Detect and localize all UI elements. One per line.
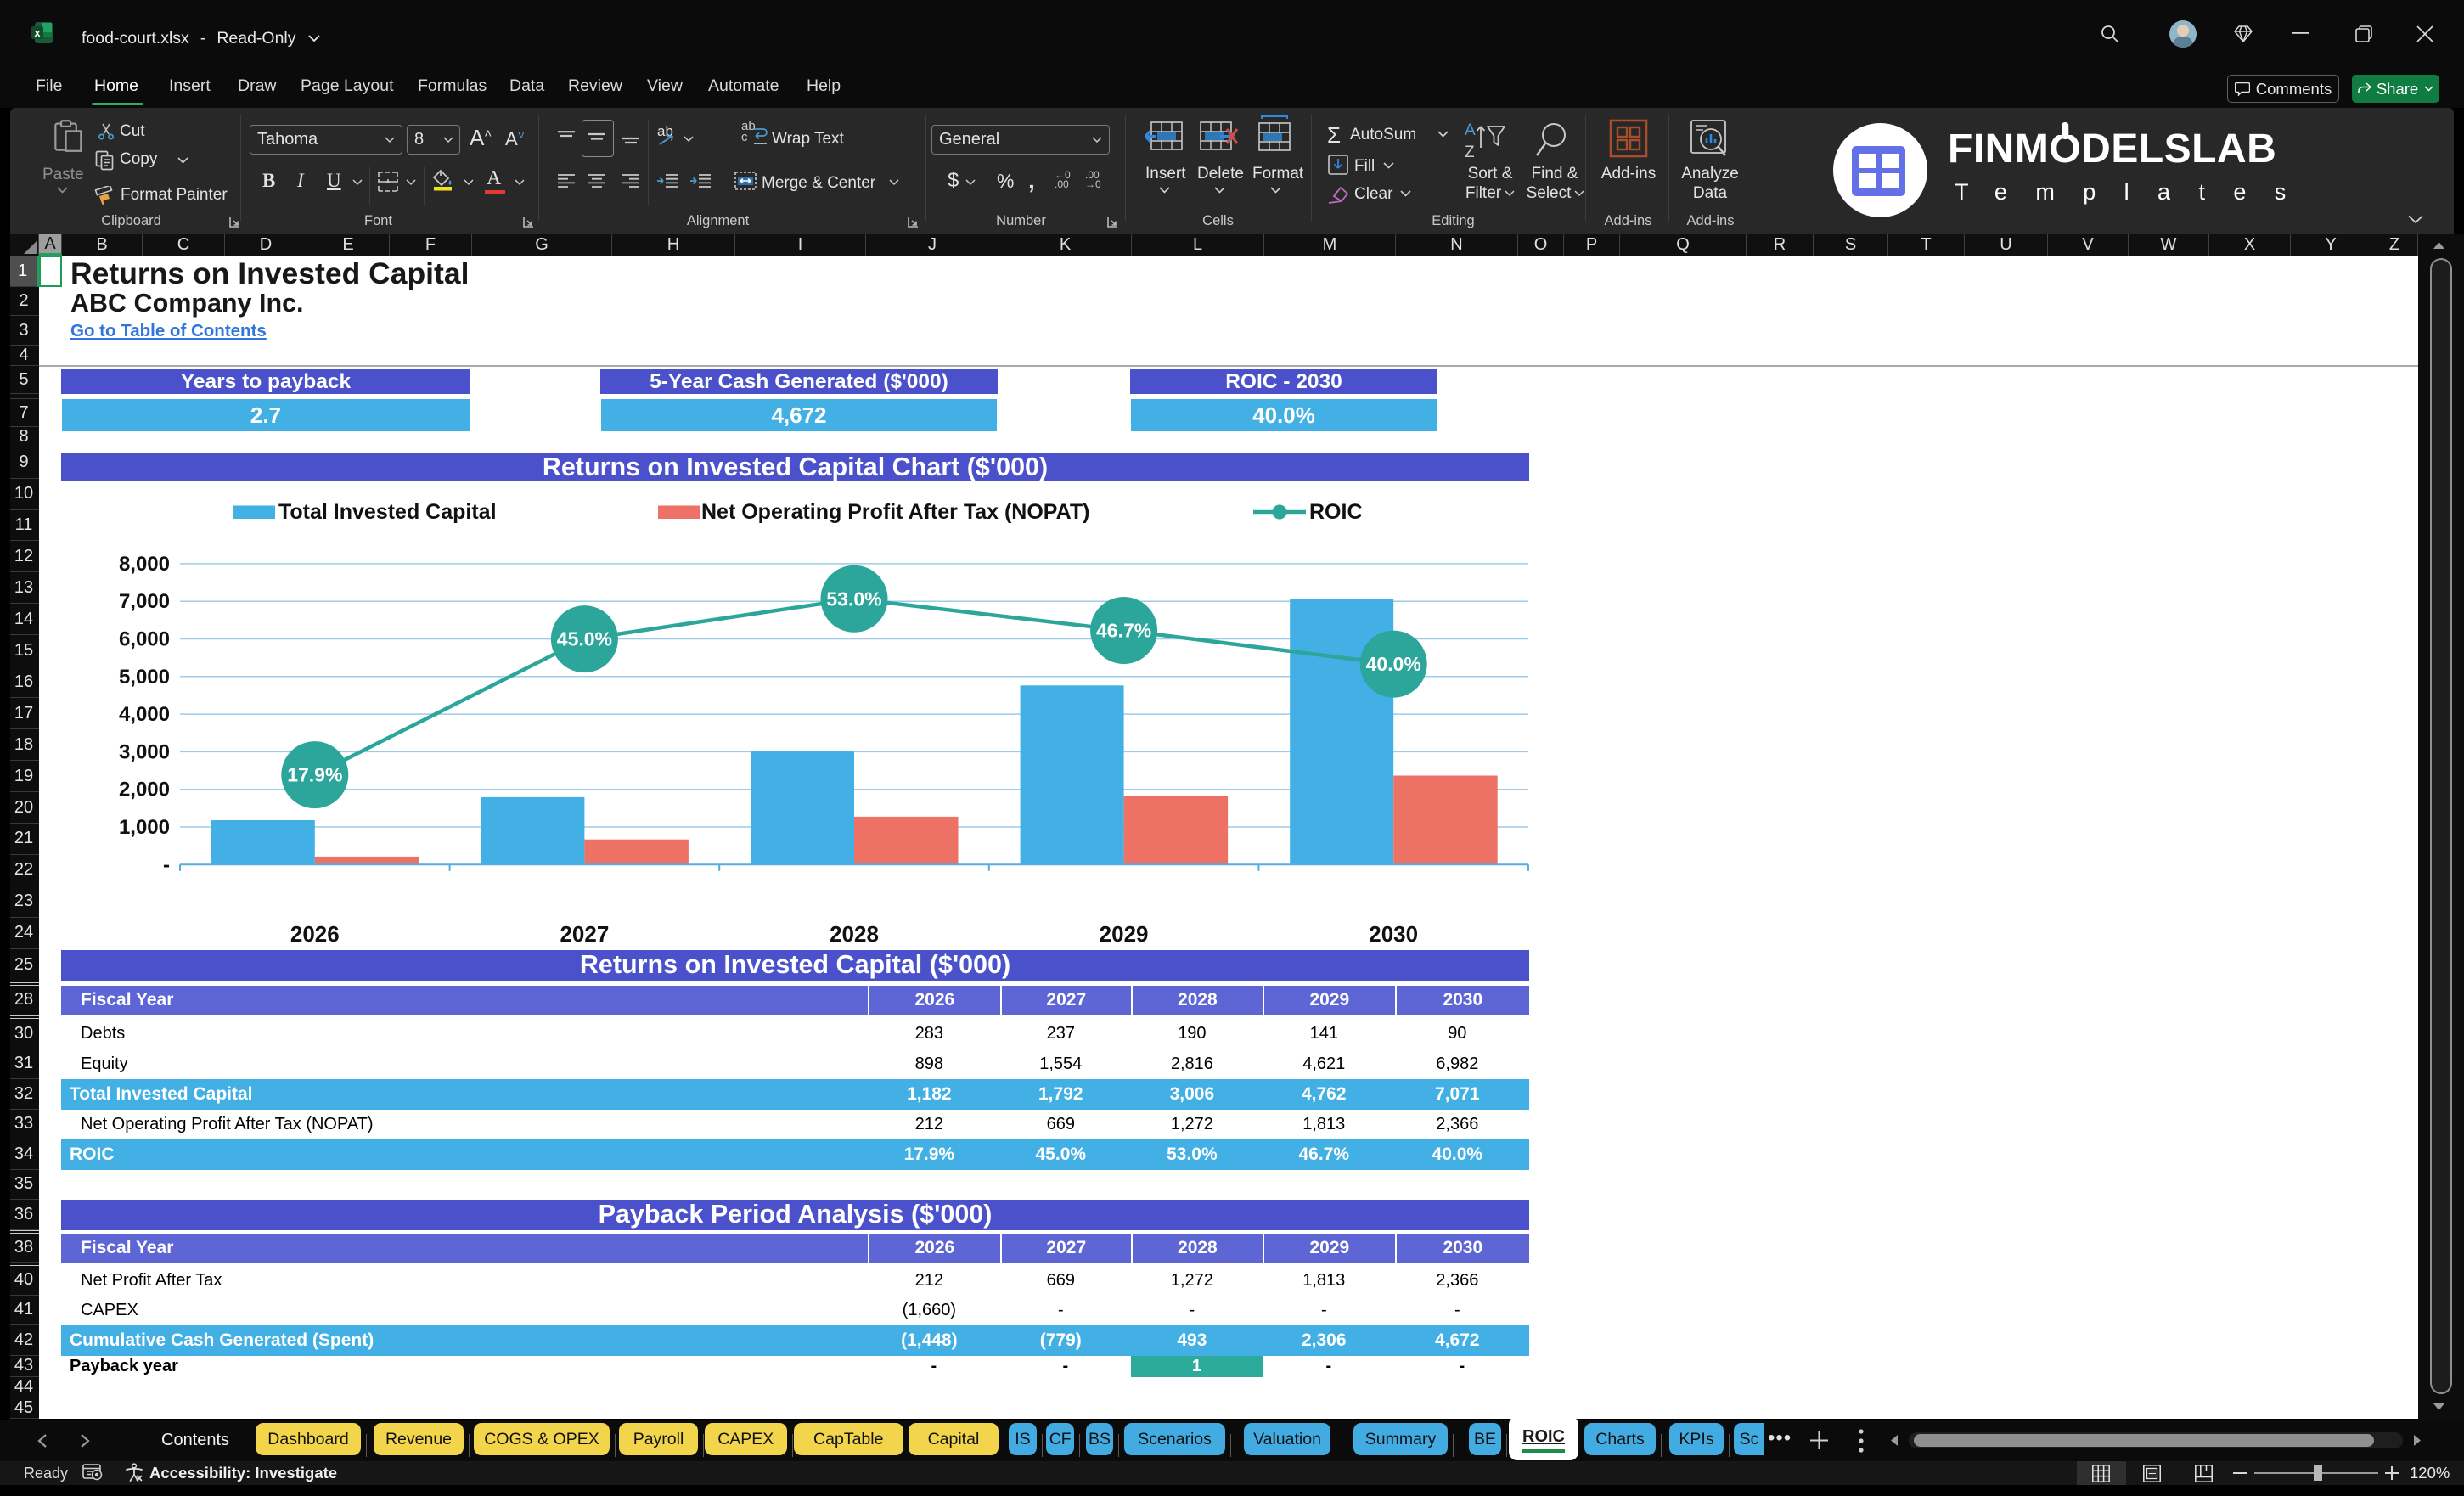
svg-text:2026: 2026 [290, 921, 340, 947]
svg-text:Z: Z [1465, 143, 1475, 160]
svg-text:Net Operating Profit After Tax: Net Operating Profit After Tax (NOPAT) [701, 500, 1089, 524]
svg-text:-: - [163, 853, 170, 876]
svg-text:A: A [1465, 121, 1476, 139]
svg-text:46.7%: 46.7% [1096, 620, 1151, 642]
svg-text:6,000: 6,000 [119, 628, 170, 651]
svg-text:2029: 2029 [1100, 921, 1149, 947]
svg-text:2,000: 2,000 [119, 779, 170, 801]
svg-text:x: x [34, 26, 41, 39]
svg-text:2027: 2027 [560, 921, 609, 947]
svg-text:4,000: 4,000 [119, 703, 170, 726]
svg-text:53.0%: 53.0% [826, 588, 881, 610]
svg-text:8,000: 8,000 [119, 553, 170, 576]
svg-text:7,000: 7,000 [119, 590, 170, 613]
svg-text:Total Invested Capital: Total Invested Capital [278, 500, 497, 524]
svg-text:2028: 2028 [830, 921, 879, 947]
svg-text:17.9%: 17.9% [287, 764, 342, 786]
svg-text:45.0%: 45.0% [557, 628, 612, 650]
svg-text:2030: 2030 [1369, 921, 1418, 947]
svg-text:ROIC: ROIC [1309, 500, 1363, 524]
svg-text:3,000: 3,000 [119, 740, 170, 763]
svg-text:5,000: 5,000 [119, 666, 170, 689]
svg-text:40.0%: 40.0% [1366, 653, 1421, 675]
svg-text:1,000: 1,000 [119, 816, 170, 839]
